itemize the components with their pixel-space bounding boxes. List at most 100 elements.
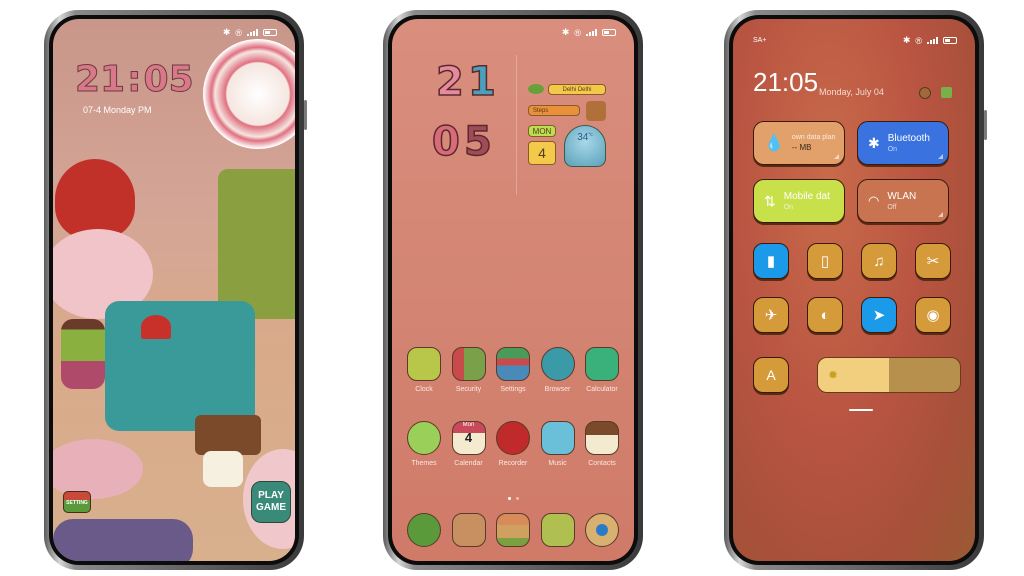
widget-divider (516, 55, 517, 195)
notes-icon (496, 513, 530, 547)
clock-digit-minute-2: 5 (463, 118, 492, 166)
phone-control-center: SA+ ✱ ® 21:05 Monday, July 04 💧 own data… (724, 10, 987, 570)
phone-lock-screen: ✱ ® 21 : 05 07-4 Monday PM SETTING PLAY … (44, 10, 307, 570)
dock-notes[interactable] (491, 513, 535, 547)
tile-title: Mobile dat (783, 191, 830, 202)
app-label: Calculator (586, 386, 618, 393)
app-browser[interactable]: Browser (536, 347, 580, 393)
calculator-icon (585, 347, 619, 381)
app-settings[interactable]: Settings (491, 347, 535, 393)
location-pill[interactable]: Delhi Delhi (548, 84, 606, 95)
drag-handle[interactable] (849, 409, 873, 411)
edit-icon[interactable] (941, 87, 952, 98)
clock-digit-hour-1: 2 (435, 58, 464, 106)
bluetooth-tile[interactable]: ✱ Bluetooth On (857, 121, 949, 165)
app-row-1: Clock Security Settings Browser Calculat… (402, 347, 624, 393)
tile-title: Bluetooth (887, 133, 930, 144)
app-label: Recorder (498, 460, 528, 467)
tile-subtitle: On (783, 204, 794, 211)
clock-hours: 21 (74, 59, 126, 101)
page-dot[interactable] (515, 497, 519, 500)
auto-brightness-label: A (766, 367, 776, 383)
control-center: SA+ ✱ ® 21:05 Monday, July 04 💧 own data… (733, 19, 975, 561)
carrier-label: SA+ (753, 37, 767, 44)
settings-gear-icon[interactable] (919, 87, 931, 99)
flashlight-button[interactable]: ▯ (807, 243, 843, 279)
vibrate-button[interactable]: ▮ (753, 243, 789, 279)
volume-button (304, 100, 307, 130)
cc-time: 21:05 (753, 67, 819, 97)
location-button[interactable]: ➤ (861, 297, 897, 333)
bluetooth-icon: ✱ (902, 35, 911, 45)
clock-minutes: 05 (143, 59, 194, 101)
airplane-mode-button[interactable]: ✈ (753, 297, 789, 333)
dock-gallery[interactable] (536, 513, 580, 547)
bluetooth-icon: ✱ (868, 134, 880, 151)
app-label: Settings (500, 386, 526, 393)
app-calculator[interactable]: Calculator (580, 347, 624, 393)
expand-corner-icon (834, 154, 839, 159)
recorder-icon (496, 421, 530, 455)
clock-digit-hour-2: 1 (467, 58, 496, 106)
app-calendar[interactable]: Mon 4 Calendar (447, 421, 491, 467)
setting-shortcut[interactable]: SETTING (63, 491, 91, 513)
browser-icon (540, 347, 575, 381)
phone-icon (407, 513, 441, 547)
scissors-icon: ✂ (926, 253, 940, 270)
dock-camera[interactable] (580, 513, 624, 547)
app-themes[interactable]: Themes (402, 421, 446, 467)
wlan-tile[interactable]: ◠ WLAN Off (857, 179, 949, 223)
lock-screen[interactable]: ✱ ® 21 : 05 07-4 Monday PM SETTING PLAY … (53, 19, 295, 561)
screenshot-button[interactable]: ✂ (915, 243, 951, 279)
brightness-track (889, 358, 960, 392)
battery-icon (943, 37, 957, 44)
steps-pill[interactable]: Steps (528, 105, 580, 116)
auto-brightness-button[interactable]: A (753, 357, 789, 393)
lock-date: 07-4 Monday PM (83, 105, 152, 115)
notifications-button[interactable]: ♫ (861, 243, 897, 279)
weather-globe[interactable]: 34 °c (564, 125, 606, 167)
brightness-slider[interactable]: ✹ (817, 357, 961, 393)
app-music[interactable]: Music (536, 421, 580, 467)
app-label: Browser (544, 386, 571, 393)
calendar-icon-date: 4 (464, 430, 473, 445)
page-dot-active[interactable] (507, 497, 511, 500)
strawberry-illustration (55, 159, 135, 239)
flashlight-icon: ▯ (820, 253, 830, 270)
clock-separator: : (127, 59, 142, 101)
app-label: Calendar (454, 460, 483, 467)
reading-mode-button[interactable]: ◐ (807, 297, 843, 333)
themes-icon (407, 421, 441, 455)
lock-clock: 21 : 05 (74, 59, 194, 101)
purple-ground-illustration (53, 519, 193, 561)
swirl-cupcake-illustration (203, 39, 295, 149)
app-contacts[interactable]: Contacts (580, 421, 624, 467)
dock-messages[interactable] (447, 513, 491, 547)
bluetooth-icon: ✱ (561, 27, 570, 37)
play-game-shortcut[interactable]: PLAY GAME (251, 481, 291, 523)
location-text: Delhi Delhi (562, 86, 592, 93)
mushroom-character-illustration (141, 315, 171, 339)
security-icon (451, 347, 486, 381)
clock-icon (407, 347, 441, 381)
volume-button (984, 110, 987, 140)
marshmallow-face-illustration (203, 451, 243, 487)
location-pin-icon (528, 84, 544, 94)
brightness-fill: ✹ (818, 358, 889, 392)
app-clock[interactable]: Clock (402, 347, 446, 393)
app-security[interactable]: Security (447, 347, 491, 393)
bell-icon: ♫ (873, 252, 885, 270)
data-usage-tile[interactable]: 💧 own data plan -- MB (753, 121, 845, 165)
eye-icon: ◉ (926, 307, 940, 324)
mobile-data-tile[interactable]: ⇅ Mobile dat On (753, 179, 845, 223)
app-recorder[interactable]: Recorder (491, 421, 535, 467)
app-label: Contacts (588, 460, 616, 467)
alarm-icon: ® (915, 35, 922, 46)
setting-shortcut-label: SETTING (66, 500, 88, 506)
day-text: MON (532, 126, 552, 136)
dock-phone[interactable] (402, 513, 446, 547)
eye-comfort-button[interactable]: ◉ (915, 297, 951, 333)
tile-subtitle: Off (887, 204, 897, 211)
expand-corner-icon (938, 154, 943, 159)
signal-icon (247, 29, 258, 36)
